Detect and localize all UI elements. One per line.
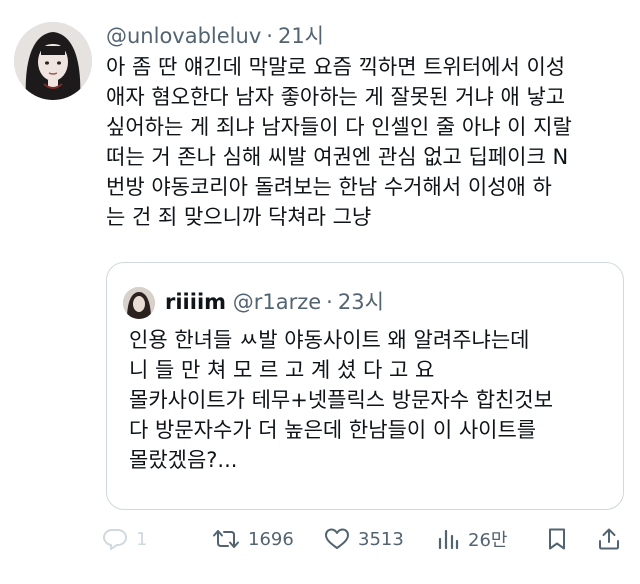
reply-button[interactable]: 1 <box>102 521 147 557</box>
tweet-time[interactable]: 21시 <box>278 24 324 48</box>
tweet: @unlovableluv · 21시 아 좀 딴 얘긴데 막말로 요즘 끽하면 트… <box>0 0 640 584</box>
quoted-separator-dot: · <box>326 290 333 314</box>
reply-count: 1 <box>136 528 148 550</box>
action-bar: 1 1696 3513 26만 <box>100 521 630 557</box>
quoted-author-name[interactable]: riiiim <box>165 290 226 314</box>
author-handle[interactable]: @unlovableluv <box>106 24 261 48</box>
views-count: 26만 <box>468 530 508 551</box>
reply-icon <box>102 527 128 551</box>
tweet-header: @unlovableluv · 21시 <box>106 22 324 50</box>
like-count: 3513 <box>358 528 404 550</box>
bar-chart-icon <box>436 527 460 551</box>
quoted-time[interactable]: 23시 <box>338 290 384 314</box>
share-button[interactable] <box>597 521 621 557</box>
share-icon <box>597 527 621 551</box>
avatar[interactable] <box>14 22 92 100</box>
quoted-avatar <box>123 287 155 319</box>
quoted-author-handle[interactable]: @r1arze <box>233 290 321 314</box>
bookmark-icon <box>546 527 568 551</box>
like-button[interactable]: 3513 <box>324 521 404 557</box>
retweet-count: 1696 <box>248 528 294 550</box>
tweet-text: 아 좀 딴 얘긴데 막말로 요즘 끽하면 트위터에서 이성 애자 혐오한다 남자… <box>106 55 572 229</box>
heart-icon <box>324 527 350 551</box>
views-button[interactable]: 26만 <box>436 521 507 557</box>
retweet-icon <box>212 527 240 551</box>
separator-dot: · <box>266 24 273 48</box>
quoted-header: riiiim @r1arze · 23시 <box>165 287 384 317</box>
retweet-button[interactable]: 1696 <box>212 521 294 557</box>
quoted-text: 인용 한녀들 ㅆ발 야동사이트 왜 알려주냐는데 니 들 만 쳐 모 르 고 계… <box>129 328 554 472</box>
quoted-tweet[interactable]: riiiim @r1arze · 23시 인용 한녀들 ㅆ발 야동사이트 왜 알려주… <box>106 262 624 510</box>
bookmark-button[interactable] <box>546 521 568 557</box>
